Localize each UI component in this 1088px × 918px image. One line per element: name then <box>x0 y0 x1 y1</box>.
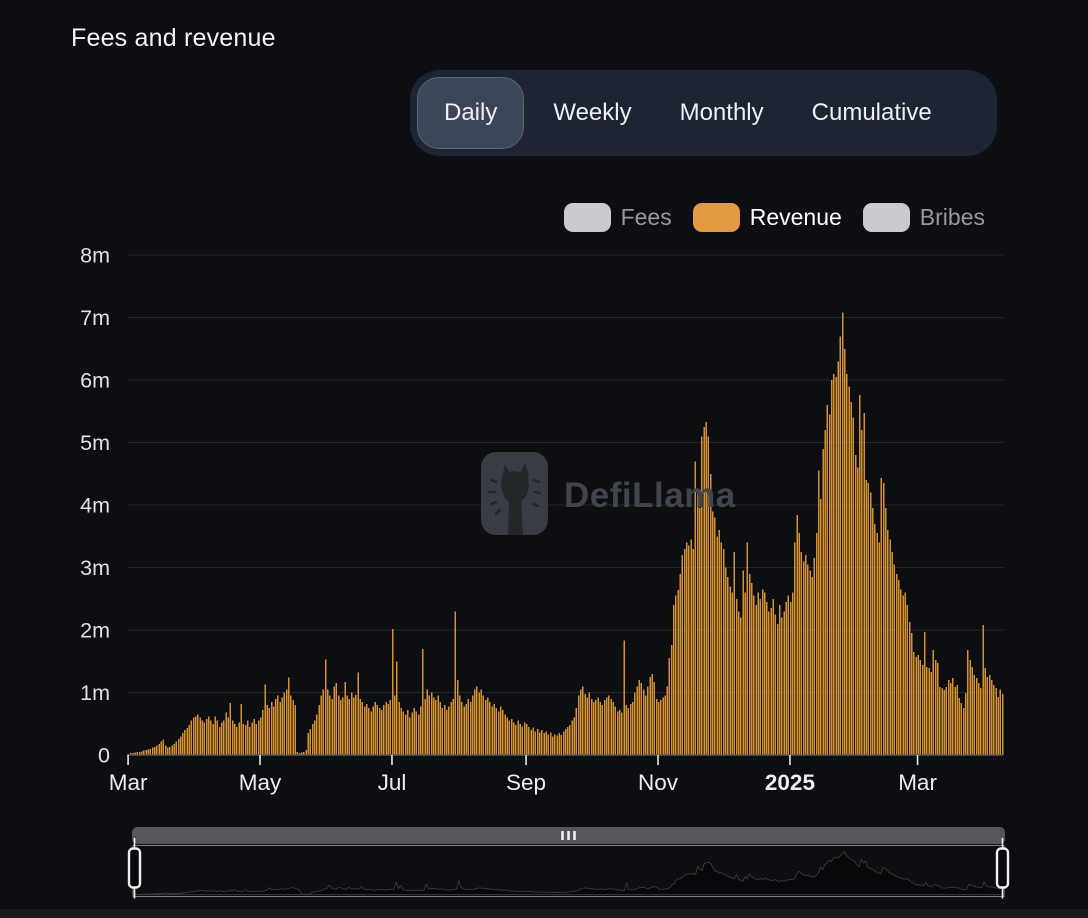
svg-text:Mar: Mar <box>109 770 148 795</box>
fees-revenue-panel: Fees and revenue Daily Weekly Monthly Cu… <box>0 0 1088 918</box>
svg-text:3m: 3m <box>80 556 110 580</box>
svg-text:7m: 7m <box>80 306 110 330</box>
svg-text:Sep: Sep <box>506 770 546 795</box>
brush-mini-chart <box>134 852 1004 895</box>
svg-text:Jul: Jul <box>378 770 407 795</box>
bottom-divider <box>0 909 1088 918</box>
fees-revenue-chart: 0 1m 2m 3m 4m 5m 6m 7m 8m Mar May Jul Sep Nov 2025 Mar <box>0 0 1088 918</box>
svg-text:2m: 2m <box>80 619 110 643</box>
y-gridlines <box>127 255 1003 693</box>
brush-handle-left[interactable] <box>129 838 140 899</box>
svg-text:0: 0 <box>98 744 110 768</box>
svg-text:May: May <box>239 770 282 795</box>
x-axis-labels: Mar May Jul Sep Nov 2025 Mar <box>109 755 938 795</box>
svg-text:Nov: Nov <box>638 770 679 795</box>
svg-text:5m: 5m <box>80 431 110 455</box>
y-axis-labels: 0 1m 2m 3m 4m 5m 6m 7m 8m <box>80 244 110 768</box>
svg-text:Mar: Mar <box>898 770 937 795</box>
scrollbar-grip-icon[interactable] <box>561 831 576 840</box>
revenue-bars[interactable] <box>128 313 1003 756</box>
svg-text:1m: 1m <box>80 681 110 705</box>
svg-text:8m: 8m <box>80 244 110 268</box>
svg-text:2025: 2025 <box>765 770 815 795</box>
svg-text:6m: 6m <box>80 369 110 393</box>
svg-text:4m: 4m <box>80 494 110 518</box>
